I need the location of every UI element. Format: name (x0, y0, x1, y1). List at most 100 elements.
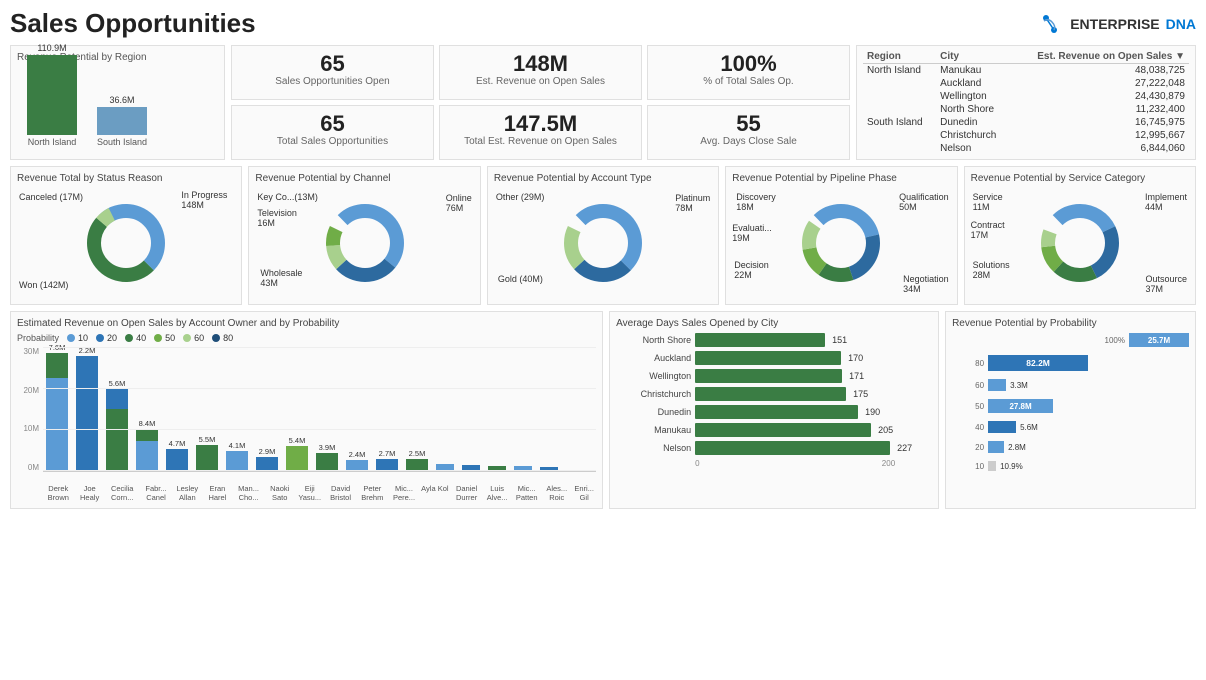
bar-mic-pat-rect (488, 466, 506, 471)
bar-val-mic-pere: 2.7M (379, 449, 396, 458)
donut-charts-row: Revenue Total by Status Reason In Progre… (10, 166, 1196, 305)
prob-bar-rect-60 (988, 379, 1006, 391)
x-axis-labels: Derek Brown Joe Healy Cecilia Corn... Fa… (43, 484, 596, 502)
chart-title-status: Revenue Total by Status Reason (17, 173, 235, 184)
chart-status-reason: Revenue Total by Status Reason In Progre… (10, 166, 242, 305)
cell-city: Christchurch (936, 129, 1010, 142)
bar-ales (511, 466, 535, 471)
donut-label-keyco: Key Co...(13M) (257, 192, 318, 202)
bar-mic-pat (485, 466, 509, 471)
hbar-val-wellington: 171 (849, 371, 864, 381)
x-label-luis: Luis Alve... (484, 484, 510, 502)
hbar-bar-auckland (695, 351, 841, 365)
x-label-lesley: Lesley Allan (173, 484, 201, 502)
x-label-cecilia: Cecilia Corn... (106, 484, 139, 502)
prob-y-80: 80 (954, 359, 984, 368)
donut-label-platinum: Platinum78M (675, 193, 710, 213)
bar-eiji-rect (286, 446, 308, 471)
legend-item-10: 10 (67, 333, 88, 343)
south-island-bar (97, 107, 147, 135)
prob-val-20: 2.8M (1008, 443, 1026, 452)
kpi-pct-total: 100% % of Total Sales Op. (647, 45, 850, 100)
donut-label-solutions: Solutions28M (973, 260, 1010, 280)
legend-row: Probability 10 20 40 50 (17, 333, 596, 343)
prob-bar-100: 25.7M (1129, 333, 1189, 347)
bar-lesley-rect (166, 449, 188, 471)
legend-val-40: 40 (136, 333, 146, 343)
bar-seg-derek-1 (46, 378, 68, 471)
hbar-label-auckland: Auckland (616, 353, 691, 363)
kpi-sales-open-label: Sales Opportunities Open (236, 76, 429, 87)
prob-row-100: 100% 25.7M (954, 333, 1189, 347)
cell-city: North Shore (936, 103, 1010, 116)
hbar-label-nelson: Nelson (616, 443, 691, 453)
bar-eran-rect (196, 445, 218, 471)
cell-region (863, 129, 936, 142)
y-axis: 30M 20M 10M 0M (17, 347, 39, 472)
cell-region: North Island (863, 64, 936, 78)
prob-y-100: 100% (1095, 336, 1125, 345)
bar-man-rect (226, 451, 248, 471)
hbar-x-0: 0 (695, 459, 699, 468)
legend-item-60: 60 (183, 333, 204, 343)
prob-val-100: 25.7M (1148, 336, 1170, 345)
region-data-table: Region City Est. Revenue on Open Sales ▼… (863, 50, 1189, 155)
prob-bar-rect-20 (988, 441, 1004, 453)
prob-y-50: 50 (954, 402, 984, 411)
y-label-0m: 0M (17, 463, 39, 472)
donut-label-service: Service11M (973, 192, 1003, 212)
chart-account-type: Revenue Potential by Account Type Other … (487, 166, 719, 305)
hbar-nelson: Nelson 227 (616, 441, 932, 455)
kpi-est-revenue: 148M Est. Revenue on Open Sales (439, 45, 642, 100)
legend-dot-40 (125, 334, 133, 342)
legend-dot-10 (67, 334, 75, 342)
cell-region (863, 142, 936, 155)
cell-revenue: 6,844,060 (1010, 142, 1189, 155)
bar-val-david: 3.9M (319, 443, 336, 452)
x-label-ales: Ales... Roic (543, 484, 570, 502)
donut-label-won: Won (142M) (19, 280, 68, 290)
hbar-bar-north-shore (695, 333, 825, 347)
kpi-avg-days: 55 Avg. Days Close Sale (647, 105, 850, 160)
donut-svg-account (558, 198, 648, 288)
hbar-bar-wellington (695, 369, 842, 383)
grid-line (43, 347, 596, 348)
kpi-pct-total-label: % of Total Sales Op. (652, 76, 845, 87)
chart-title-pipeline: Revenue Potential by Pipeline Phase (732, 173, 950, 184)
table-row: South Island Dunedin 16,745,975 (863, 116, 1189, 129)
hbar-bar-manukau (695, 423, 871, 437)
kpi-total-ops: 65 Total Sales Opportunities (231, 105, 434, 160)
donut-svg-pipeline (796, 198, 886, 288)
bar-naoki: 2.9M (253, 447, 281, 471)
x-label-ayla: Ayla Kol (421, 484, 449, 493)
page-title: Sales Opportunities (10, 8, 256, 39)
donut-label-contract: Contract17M (971, 220, 1005, 240)
x-label-daniel: Daniel Durrer (451, 484, 482, 502)
kpi-total-ops-value: 65 (236, 112, 429, 136)
kpi-est-revenue-label: Est. Revenue on Open Sales (444, 76, 637, 87)
cell-region (863, 90, 936, 103)
prob-bar-rect-40 (988, 421, 1016, 433)
bar-val-naoki: 2.9M (259, 447, 276, 456)
bar-val-man: 4.1M (229, 441, 246, 450)
legend-dot-60 (183, 334, 191, 342)
cell-revenue: 16,745,975 (1010, 116, 1189, 129)
legend-val-80: 80 (223, 333, 233, 343)
hbar-label-wellington: Wellington (616, 371, 691, 381)
chart-owner-probability: Estimated Revenue on Open Sales by Accou… (10, 311, 603, 509)
chart-title-prob: Revenue Potential by Probability (952, 318, 1189, 329)
y-label-30m: 30M (17, 347, 39, 356)
bar-stack-derek (46, 353, 68, 471)
prob-bar-rect-100: 25.7M (1129, 333, 1189, 347)
hbar-bar-dunedin (695, 405, 858, 419)
bar-naoki-rect (256, 457, 278, 471)
bar-cecilia: 5.6M (103, 379, 131, 471)
x-label-mic-pat: Mic... Patten (512, 484, 541, 502)
table-row: Auckland 27,222,048 (863, 77, 1189, 90)
hbar-bar-christchurch (695, 387, 846, 401)
x-label-joe: Joe Healy (76, 484, 104, 502)
col-city: City (936, 50, 1010, 64)
logo-icon (1036, 10, 1064, 38)
donut-label-gold: Gold (40M) (498, 274, 543, 284)
x-label-peter: Peter Brehm (357, 484, 387, 502)
